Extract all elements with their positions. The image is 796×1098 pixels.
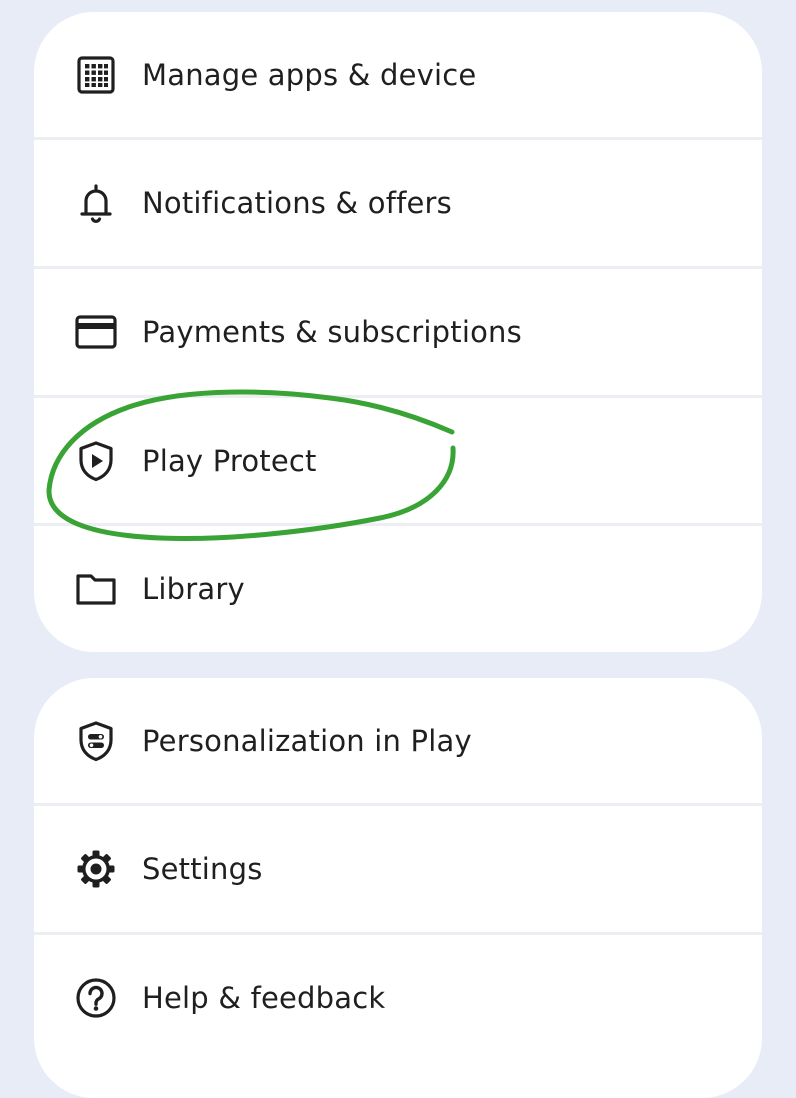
apps-grid-icon bbox=[74, 53, 118, 97]
account-menu-card-secondary: Personalization in Play Settings Help & … bbox=[34, 678, 762, 1098]
folder-icon bbox=[74, 567, 118, 611]
credit-card-icon bbox=[74, 310, 118, 354]
menu-item-label: Library bbox=[142, 572, 245, 606]
menu-item-label: Payments & subscriptions bbox=[142, 315, 522, 349]
bell-icon bbox=[74, 181, 118, 225]
menu-item-notifications[interactable]: Notifications & offers bbox=[34, 140, 762, 266]
menu-item-label: Personalization in Play bbox=[142, 724, 472, 758]
menu-item-label: Manage apps & device bbox=[142, 58, 477, 92]
menu-item-personalization[interactable]: Personalization in Play bbox=[34, 678, 762, 804]
menu-item-manage-apps[interactable]: Manage apps & device bbox=[34, 12, 762, 138]
menu-item-label: Notifications & offers bbox=[142, 186, 452, 220]
menu-item-settings[interactable]: Settings bbox=[34, 806, 762, 932]
menu-item-payments[interactable]: Payments & subscriptions bbox=[34, 269, 762, 395]
menu-item-library[interactable]: Library bbox=[34, 526, 762, 652]
menu-item-label: Help & feedback bbox=[142, 981, 386, 1015]
menu-item-play-protect[interactable]: Play Protect bbox=[34, 398, 762, 524]
menu-item-label: Play Protect bbox=[142, 444, 317, 478]
account-menu-card-primary: Manage apps & device Notifications & off… bbox=[34, 12, 762, 652]
gear-icon bbox=[74, 847, 118, 891]
menu-item-help[interactable]: Help & feedback bbox=[34, 935, 762, 1061]
personalization-shield-icon bbox=[74, 719, 118, 763]
help-icon bbox=[74, 976, 118, 1020]
menu-item-label: Settings bbox=[142, 852, 263, 886]
play-protect-shield-icon bbox=[74, 439, 118, 483]
